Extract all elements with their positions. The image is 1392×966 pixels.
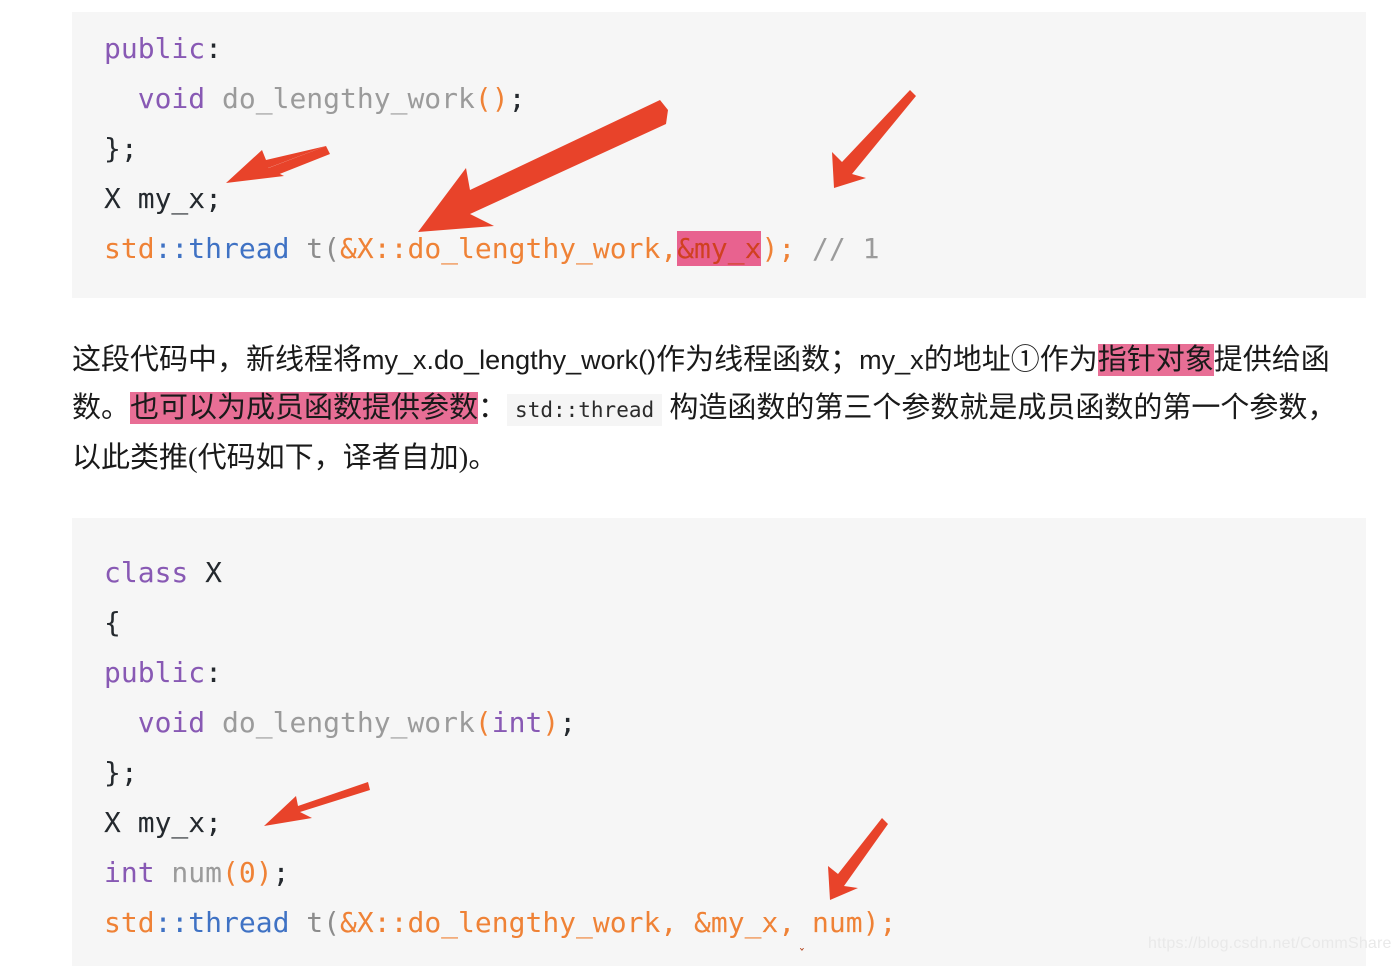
code-token-keyword: class <box>104 556 189 589</box>
paragraph-inline-code: std::thread <box>507 394 663 426</box>
code-token-number: 0 <box>238 856 256 889</box>
code-token-close-paren: ); <box>862 906 897 939</box>
code-token-close-paren: ) <box>542 706 560 739</box>
code-token-brace: }; <box>104 132 138 165</box>
code-line: X my_x; <box>104 798 222 848</box>
code-token-function: do_lengthy_work <box>222 706 475 739</box>
explanatory-paragraph: 这段代码中，新线程将my_x.do_lengthy_work()作为线程函数；m… <box>72 336 1352 482</box>
paragraph-text-1: 这段代码中，新线程将 <box>72 344 363 376</box>
code-token-close-paren: ); <box>761 232 796 265</box>
code-token-scope: :: <box>154 906 189 939</box>
code-token-keyword: public <box>104 32 206 65</box>
code-line: public: <box>104 648 222 698</box>
code-line: { <box>104 598 121 648</box>
code-token-type: thread <box>188 906 290 939</box>
code-token-keyword: void <box>137 706 206 739</box>
code-token-brace: { <box>104 606 121 639</box>
code-token-open-paren: ( <box>474 706 492 739</box>
code-token-variable: t( <box>289 232 341 265</box>
code-token-comment: // 1 <box>795 232 880 265</box>
paragraph-text-2: 作为线程函数； <box>656 344 860 376</box>
code-token-arguments: &X::do_lengthy_work, &my_x, num <box>340 906 863 939</box>
paragraph-text-5: ： <box>478 392 508 424</box>
code-token-open-paren: ( <box>222 856 239 889</box>
code-token-member-pointer: &X::do_lengthy_work, <box>340 232 678 265</box>
code-token-namespace: std <box>104 906 155 939</box>
code-line: class X <box>104 548 222 598</box>
code-line: X my_x; <box>104 174 222 224</box>
highlighted-argument: &my_x <box>677 231 762 266</box>
code-token-keyword: void <box>137 82 206 115</box>
code-token-semicolon: ; <box>559 706 577 739</box>
code-block-first: public: void do_lengthy_work(); }; X my_… <box>72 12 1366 298</box>
code-line: std::thread t(&X::do_lengthy_work,&my_x)… <box>104 224 880 274</box>
caret-mark: ˇ <box>798 948 806 963</box>
code-token-colon: : <box>205 32 223 65</box>
code-line: }; <box>104 748 138 798</box>
paragraph-text-3: 的地址①作为 <box>923 344 1098 376</box>
code-line: std::thread t(&X::do_lengthy_work, &my_x… <box>104 898 896 948</box>
code-token-declaration: X my_x; <box>104 806 223 839</box>
paragraph-inline-latin-1: my_x.do_lengthy_work() <box>362 345 657 375</box>
watermark-url: https://blog.csdn.net/CommShare <box>1148 935 1392 952</box>
paragraph-highlight-2: 也可以为成员函数提供参数 <box>130 392 479 424</box>
code-token-close-paren: ) <box>255 856 273 889</box>
code-token-variable: num <box>154 856 223 889</box>
code-token-variable: t( <box>289 906 341 939</box>
paragraph-highlight-1: 指针对象 <box>1097 344 1214 376</box>
code-token-parens: () <box>474 82 509 115</box>
code-line: void do_lengthy_work(); <box>104 74 526 124</box>
code-token-keyword: public <box>104 656 206 689</box>
code-token-class-name: X <box>188 556 223 589</box>
code-token-declaration: X my_x; <box>104 182 223 215</box>
code-line: public: <box>104 24 222 74</box>
code-token-semicolon: ; <box>508 82 526 115</box>
code-token-colon: : <box>205 656 223 689</box>
paragraph-inline-latin-2: my_x <box>859 345 924 375</box>
code-token-function: do_lengthy_work <box>222 82 475 115</box>
code-token-namespace: std <box>104 232 155 265</box>
code-token-semicolon: ; <box>272 856 290 889</box>
code-block-second: class X { public: void do_lengthy_work(i… <box>72 518 1366 966</box>
code-token-scope: :: <box>154 232 189 265</box>
code-token-param-type: int <box>491 706 543 739</box>
code-line: }; <box>104 124 138 174</box>
code-line: void do_lengthy_work(int); <box>104 698 576 748</box>
code-token-brace: }; <box>104 756 138 789</box>
code-token-type: thread <box>188 232 290 265</box>
code-line: int num(0); <box>104 848 289 898</box>
code-token-keyword: int <box>104 856 155 889</box>
